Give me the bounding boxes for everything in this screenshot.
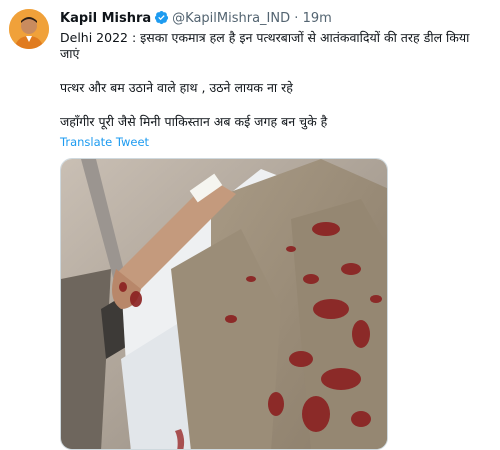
author-handle[interactable]: @KapilMishra_IND bbox=[172, 11, 290, 26]
tweet-text: Delhi 2022 : इसका एकमात्र हल है इन पत्थर… bbox=[60, 30, 480, 148]
profile-avatar-image bbox=[9, 9, 49, 49]
tweet-text-line-1: Delhi 2022 : इसका एकमात्र हल है इन पत्थर… bbox=[60, 30, 470, 61]
author-name[interactable]: Kapil Mishra bbox=[60, 11, 151, 26]
tweet-card[interactable]: Kapil Mishra @KapilMishra_IND · 19m Delhi… bbox=[0, 0, 500, 450]
timestamp[interactable]: 19m bbox=[303, 11, 332, 26]
avatar[interactable] bbox=[9, 9, 49, 49]
tweet-media-photo[interactable] bbox=[60, 158, 388, 450]
tweet-header: Kapil Mishra @KapilMishra_IND · 19m bbox=[60, 10, 332, 30]
tweet-text-line-3: जहाँगीर पूरी जैसे मिनी पाकिस्तान अब कई ज… bbox=[60, 114, 328, 129]
verified-badge-icon bbox=[154, 10, 169, 30]
tweet-text-line-2: पत्थर और बम उठाने वाले हाथ , उठने लायक न… bbox=[60, 80, 293, 95]
tweet-photo-image bbox=[61, 159, 387, 449]
translate-tweet-link[interactable]: Translate Tweet bbox=[60, 135, 149, 149]
separator-dot: · bbox=[294, 11, 299, 26]
